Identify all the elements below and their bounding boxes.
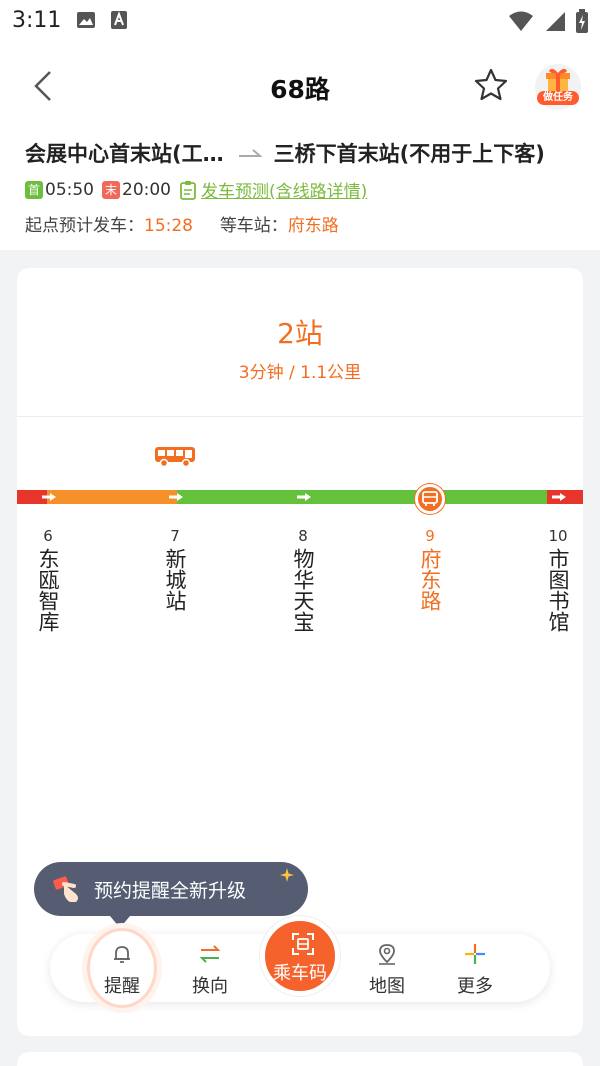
wait-stop-label: 等车站： bbox=[219, 216, 288, 236]
depart-time: 15:28 bbox=[144, 216, 193, 236]
status-time: 3:11 bbox=[12, 8, 62, 33]
remind-label: 提醒 bbox=[104, 976, 140, 997]
star-icon bbox=[474, 68, 508, 101]
ride-code-label: 乘车码 bbox=[273, 963, 327, 984]
divider bbox=[17, 416, 583, 417]
tooltip-text: 预约提醒全新升级 bbox=[94, 879, 247, 902]
bottom-toolbar: 提醒 换向 乘车码 地图 更多 bbox=[50, 916, 550, 1008]
battery-icon bbox=[576, 9, 588, 33]
pointing-hand-icon bbox=[53, 876, 78, 902]
more-label: 更多 bbox=[457, 976, 493, 997]
direction-arrow-icon bbox=[169, 493, 183, 501]
wait-stop-name: 府东路 bbox=[287, 216, 339, 236]
departure-info: 起点预计发车：15:28 等车站：府东路 bbox=[25, 211, 339, 236]
reverse-label: 换向 bbox=[192, 976, 228, 997]
favorite-button[interactable] bbox=[472, 66, 510, 104]
sparkle-icon bbox=[280, 868, 294, 882]
route-origin: 会展中心首末站(工… bbox=[25, 142, 224, 166]
back-button[interactable] bbox=[24, 66, 64, 106]
stop-number: 9 bbox=[425, 527, 435, 545]
more-button[interactable]: 更多 bbox=[440, 934, 510, 1002]
stop-name: 市图书馆 bbox=[546, 548, 570, 632]
route-direction: 会展中心首末站(工… 三桥下首末站(不用于上下客) bbox=[25, 138, 545, 168]
stop-name: 物华天宝 bbox=[291, 548, 315, 632]
task-button[interactable]: 做任务 bbox=[535, 64, 581, 110]
page-title: 68路 bbox=[270, 75, 330, 104]
stop-item[interactable]: 10 市图书馆 bbox=[538, 524, 578, 632]
image-notification-icon bbox=[77, 12, 95, 28]
signal-icon bbox=[546, 12, 565, 31]
eta-distance: 3分钟 / 1.1公里 bbox=[238, 363, 362, 383]
stop-item[interactable]: 8 物华天宝 bbox=[283, 524, 323, 632]
nav-bar: 68路 做任务 bbox=[0, 44, 600, 130]
stop-number: 6 bbox=[43, 527, 53, 545]
more-plus-icon bbox=[465, 944, 485, 964]
stop-name: 新城站 bbox=[163, 548, 187, 611]
ride-code-button[interactable]: 乘车码 bbox=[260, 916, 340, 996]
direction-arrow-icon bbox=[297, 493, 311, 501]
last-bus-tag: 末 bbox=[102, 180, 120, 199]
traffic-segment-clear bbox=[177, 490, 547, 504]
bus-icon[interactable] bbox=[154, 446, 196, 468]
stop-name: 府东路 bbox=[418, 548, 442, 611]
font-notification-icon bbox=[111, 11, 127, 29]
reminder-tooltip[interactable]: 预约提醒全新升级 bbox=[34, 862, 308, 916]
service-hours: 首 05:50 末 20:00 发车预测(含线路详情) bbox=[25, 177, 367, 202]
direction-arrow-icon bbox=[42, 493, 56, 501]
first-bus-tag: 首 bbox=[25, 180, 43, 199]
last-bus-time: 20:00 bbox=[122, 179, 171, 200]
tooltip-tail bbox=[110, 916, 130, 928]
route-destination: 三桥下首末站(不用于上下客) bbox=[273, 142, 545, 166]
wifi-icon bbox=[509, 11, 533, 31]
secondary-card bbox=[17, 1052, 583, 1066]
stop-item-current[interactable]: 9 府东路 bbox=[410, 524, 450, 611]
route-info: 会展中心首末站(工… 三桥下首末站(不用于上下客) 首 05:50 末 20:0… bbox=[0, 130, 600, 250]
chevron-left-icon bbox=[34, 71, 51, 101]
clipboard-icon bbox=[180, 180, 196, 200]
stop-number: 7 bbox=[170, 527, 180, 545]
scan-qr-icon bbox=[292, 933, 314, 955]
bell-icon bbox=[114, 946, 130, 963]
map-label: 地图 bbox=[369, 976, 405, 997]
route-traffic-bar bbox=[17, 490, 583, 504]
stop-number: 8 bbox=[298, 527, 308, 545]
depart-label: 起点预计发车： bbox=[25, 216, 144, 236]
stops-away: 2站 bbox=[277, 317, 323, 350]
stop-name: 东瓯智库 bbox=[36, 548, 60, 632]
stop-item[interactable]: 7 新城站 bbox=[155, 524, 195, 611]
departure-prediction-link[interactable]: 发车预测(含线路详情) bbox=[179, 177, 367, 202]
map-button[interactable]: 地图 bbox=[352, 934, 422, 1002]
task-label: 做任务 bbox=[537, 91, 579, 105]
traffic-segment-slow bbox=[47, 490, 177, 504]
direction-arrow-icon bbox=[552, 493, 566, 501]
first-bus-time: 05:50 bbox=[45, 179, 94, 200]
reverse-direction-button[interactable]: 换向 bbox=[175, 934, 245, 1002]
stop-number: 10 bbox=[548, 527, 568, 545]
arrow-right-icon bbox=[238, 149, 262, 157]
status-bar: 3:11 bbox=[0, 0, 600, 44]
bus-stop-icon bbox=[422, 491, 438, 506]
departure-prediction-label: 发车预测(含线路详情) bbox=[201, 182, 368, 202]
remind-button[interactable]: 提醒 bbox=[87, 934, 157, 1002]
map-pin-icon bbox=[379, 944, 395, 965]
stop-item[interactable]: 6 东瓯智库 bbox=[28, 524, 68, 632]
swap-arrows-icon bbox=[199, 945, 221, 963]
waiting-stop-marker bbox=[415, 484, 445, 514]
